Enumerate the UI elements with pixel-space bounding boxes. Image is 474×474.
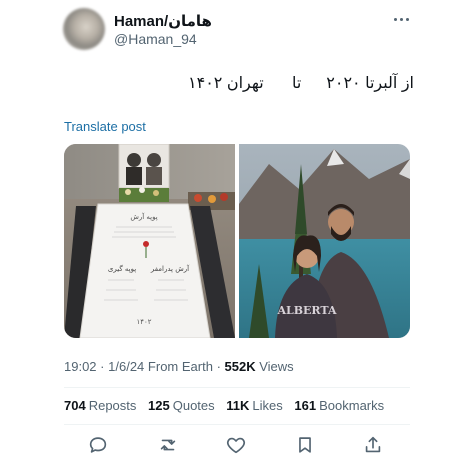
likes-count: 11K [226,398,250,413]
tweet-post: Haman/هامان @Haman_94 از آلبرتا ۲۰۲۰ تا … [0,0,474,474]
gravestone-illustration: پوپه آرش پوپه گیری آرش پدرامفر ۱۴۰۲ [64,144,235,338]
views-label: Views [259,359,294,374]
gravestone-name-right: پوپه گیری [108,264,136,273]
tweet-text-from: از آلبرتا ۲۰۲۰ [326,75,414,92]
gravestone-top-label: پوپه آرش [130,212,157,221]
views-count: 552K [224,359,256,374]
gravestone-photo[interactable]: پوپه آرش پوپه گیری آرش پدرامفر ۱۴۰۲ [64,144,235,338]
gravestone-name-left: آرش پدرامفر [150,264,190,273]
reposts-label: Reposts [88,398,137,413]
bookmarks-label: Bookmarks [319,398,385,413]
reposts-stat[interactable]: 704 Reposts [64,398,136,413]
translate-post-link[interactable]: Translate post [64,119,146,134]
reply-icon[interactable] [87,434,109,456]
bookmarks-stat[interactable]: 161 Bookmarks [294,398,384,413]
tweet-text: از آلبرتا ۲۰۲۰ تا تهران ۱۴۰۲ [186,70,414,94]
tweet-text-destination: تهران ۱۴۰۲ [188,75,264,92]
bookmark-icon[interactable] [294,434,316,456]
tweet-text-to: تا [292,75,302,92]
quotes-label: Quotes [172,398,215,413]
quotes-count: 125 [148,398,170,413]
engagement-stats: 704 Reposts 125 Quotes 11K Likes 161 Bookmar… [64,398,392,413]
repost-icon[interactable] [157,434,179,456]
display-name[interactable]: Haman/هامان [114,12,212,30]
post-date[interactable]: 1/6/24 [108,359,144,374]
avatar[interactable] [63,8,105,50]
divider [64,387,410,388]
share-icon[interactable] [362,434,384,456]
post-time[interactable]: 19:02 [64,359,97,374]
gravestone-date: ۱۴۰۲ [136,318,151,326]
more-options-icon[interactable] [392,12,412,26]
meta-separator: · [100,359,105,374]
bookmarks-count: 161 [294,398,317,413]
user-handle[interactable]: @Haman_94 [114,31,197,47]
likes-label: Likes [252,398,283,413]
quotes-stat[interactable]: 125 Quotes [148,398,215,413]
post-meta: 19:02 · 1/6/24 From Earth · 552K Views [64,359,294,374]
hoodie-text: ALBERTA [276,304,336,317]
meta-separator: · [216,359,221,374]
reposts-count: 704 [64,398,86,413]
media-grid: پوپه آرش پوپه گیری آرش پدرامفر ۱۴۰۲ ALBE… [64,144,410,338]
couple-illustration: ALBERTA [239,144,410,338]
heart-icon[interactable] [225,434,247,456]
couple-photo[interactable]: ALBERTA [239,144,410,338]
divider [64,424,410,425]
post-source: From Earth [147,359,213,374]
likes-stat[interactable]: 11K Likes [226,398,283,413]
